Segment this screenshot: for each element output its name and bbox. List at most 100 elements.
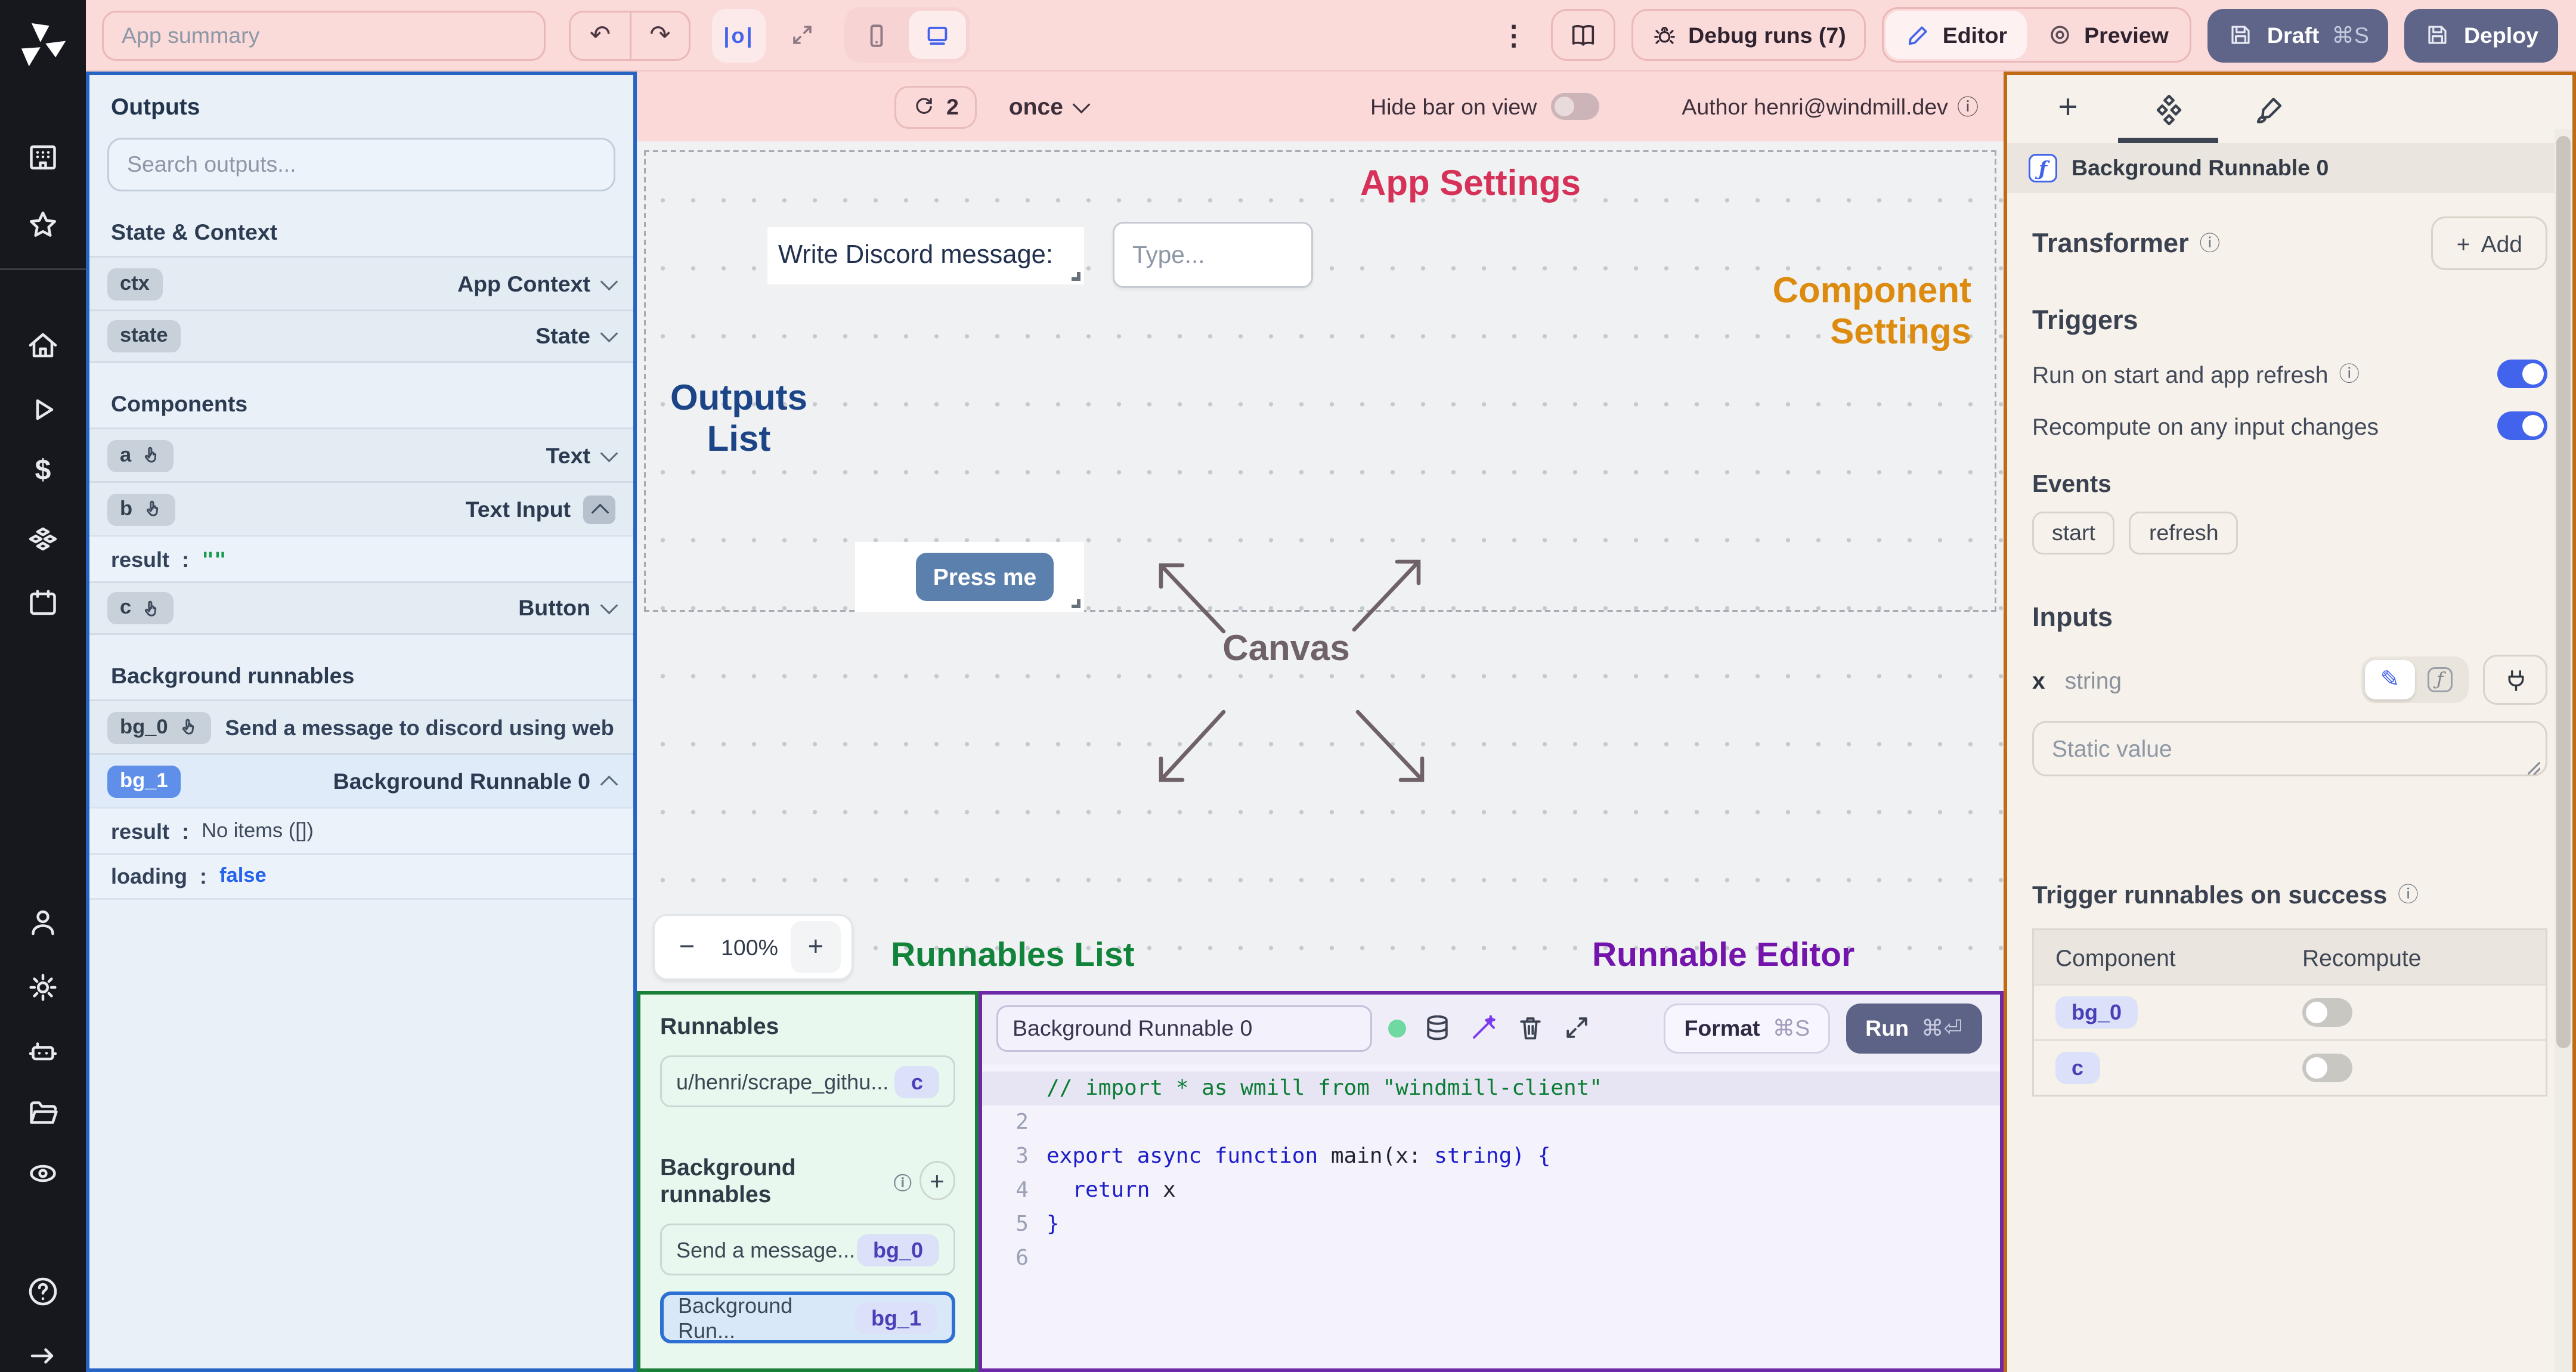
static-value-input[interactable]	[2032, 721, 2547, 776]
variables-dollar-icon[interactable]: $	[25, 456, 61, 492]
output-row-bg0[interactable]: bg_0 Send a message to discord using web…	[89, 699, 633, 753]
output-row-state[interactable]: state State	[89, 309, 633, 363]
resources-cubes-icon[interactable]	[25, 521, 61, 556]
resize-handle[interactable]	[1072, 599, 1080, 608]
connect-mode-button[interactable]	[2483, 655, 2547, 705]
refresh-mode-select[interactable]: once	[1009, 93, 1091, 120]
chevron-down-icon[interactable]	[600, 272, 618, 290]
zoom-in-button[interactable]: +	[790, 921, 841, 973]
runnable-item-scrape[interactable]: u/henri/scrape_githu... c	[660, 1055, 955, 1107]
scrollbar-track[interactable]	[2555, 129, 2572, 1372]
text-input-component[interactable]	[1113, 222, 1313, 288]
scrollbar-thumb[interactable]	[2556, 136, 2571, 1048]
colon: :	[200, 864, 208, 889]
output-row-a[interactable]: a Text	[89, 428, 633, 481]
docs-button[interactable]	[1550, 9, 1615, 61]
draft-button[interactable]: Draft ⌘S	[2207, 8, 2389, 62]
output-row-c[interactable]: c Button	[89, 581, 633, 635]
folders-icon[interactable]	[25, 1095, 61, 1131]
workers-robot-icon[interactable]	[25, 1034, 61, 1070]
schedules-calendar-icon[interactable]	[25, 585, 61, 621]
tab-styling[interactable]	[2218, 75, 2318, 143]
selected-runnable-header[interactable]: ƒ Background Runnable 0	[2007, 143, 2572, 193]
run-on-start-toggle[interactable]	[2497, 360, 2547, 388]
recompute-toggle-bg0[interactable]	[2302, 998, 2352, 1027]
tab-insert[interactable]: +	[2018, 75, 2118, 143]
text-component-discord[interactable]: Write Discord message:	[767, 227, 1084, 284]
plus-icon: +	[2456, 230, 2470, 257]
button-component-card[interactable]: Press me	[855, 542, 1084, 612]
more-menu-button[interactable]: ⋮	[1493, 19, 1534, 51]
settings-gear-icon[interactable]	[25, 970, 61, 1005]
search-outputs-input[interactable]	[107, 138, 615, 191]
help-question-icon[interactable]	[25, 1274, 61, 1309]
tab-editor[interactable]: Editor	[1885, 11, 2027, 59]
recompute-toggle[interactable]	[2497, 411, 2547, 440]
users-person-icon[interactable]	[25, 905, 61, 941]
static-mode-button[interactable]: ✎	[2365, 660, 2415, 699]
bg1-result-row[interactable]: result : No items ([])	[89, 807, 633, 853]
bg1-loading-row[interactable]: loading : false	[89, 853, 633, 900]
chevron-down-icon[interactable]	[600, 444, 618, 462]
chevron-up-icon[interactable]	[600, 775, 618, 792]
run-button[interactable]: Run ⌘⏎	[1846, 1002, 1982, 1053]
runnable-editor-panel: Format ⌘S Run ⌘⏎ 1 2 3 4 5 6 // import *…	[979, 991, 2004, 1372]
add-transformer-button[interactable]: + Add	[2431, 216, 2547, 270]
runs-play-icon[interactable]	[25, 392, 61, 428]
expand-editor-icon[interactable]	[1562, 1012, 1592, 1043]
resize-handle[interactable]	[1072, 272, 1080, 281]
chevron-up-icon[interactable]	[583, 494, 615, 524]
eval-mode-button[interactable]: ƒ	[2415, 660, 2465, 699]
runnable-name-input[interactable]	[996, 1004, 1372, 1051]
refresh-counter[interactable]: 2	[894, 85, 977, 128]
workspace-icon[interactable]	[25, 140, 61, 175]
desktop-view-button[interactable]	[909, 11, 966, 59]
tab-preview[interactable]: Preview	[2027, 11, 2188, 59]
info-icon: ⓘ	[2398, 885, 2419, 907]
app-summary-input[interactable]	[102, 10, 546, 60]
trigger-runnables-table: Component Recompute bg_0 c	[2032, 928, 2547, 1097]
app-grid-outline[interactable]	[644, 150, 1996, 612]
runnable-item-bg0[interactable]: Send a message... bg_0	[660, 1224, 955, 1275]
redo-button[interactable]: ↷	[630, 11, 689, 58]
event-pill-refresh[interactable]: refresh	[2129, 512, 2238, 555]
component-b-type: Text Input	[465, 496, 571, 522]
favorites-star-icon[interactable]	[25, 207, 61, 243]
mobile-view-button[interactable]	[848, 11, 905, 59]
b-result-value: ""	[202, 546, 227, 572]
b-result-row[interactable]: result : ""	[89, 535, 633, 581]
chevron-down-icon[interactable]	[600, 324, 618, 343]
fullwidth-button[interactable]	[776, 8, 826, 62]
row-badge-bg0[interactable]: bg_0	[2055, 996, 2138, 1029]
chevron-down-icon[interactable]	[600, 596, 618, 615]
add-background-runnable-button[interactable]: +	[918, 1161, 955, 1200]
row-badge-c[interactable]: c	[2055, 1052, 2100, 1084]
hide-bar-toggle[interactable]	[1551, 93, 1600, 120]
tab-settings[interactable]	[2118, 75, 2218, 143]
undo-button[interactable]: ↶	[571, 12, 630, 58]
debug-runs-button[interactable]: Debug runs (7)	[1631, 9, 1866, 61]
cache-database-icon[interactable]	[1422, 1012, 1453, 1043]
press-me-button[interactable]: Press me	[916, 553, 1054, 601]
center-align-button[interactable]: |o|	[712, 8, 766, 62]
event-pill-start[interactable]: start	[2032, 512, 2115, 555]
output-row-bg1[interactable]: bg_1 Background Runnable 0	[89, 753, 633, 807]
refresh-count: 2	[946, 94, 959, 119]
home-icon[interactable]	[25, 327, 61, 363]
windmill-logo[interactable]	[13, 14, 73, 75]
deploy-button[interactable]: Deploy	[2404, 8, 2558, 62]
info-icon[interactable]: ⓘ	[1957, 91, 1979, 122]
audit-eye-icon[interactable]	[25, 1156, 61, 1191]
runnable-item-bg1[interactable]: Background Run... bg_1	[660, 1292, 955, 1343]
component-a-id: a	[120, 444, 132, 466]
code-editor[interactable]: 1 2 3 4 5 6 // import * as wmill from "w…	[982, 1064, 2000, 1368]
collapse-arrow-icon[interactable]	[25, 1338, 61, 1372]
run-on-start-label: Run on start and app refresh	[2032, 360, 2329, 388]
format-button[interactable]: Format ⌘S	[1664, 1002, 1830, 1053]
zoom-out-button[interactable]: −	[665, 926, 708, 969]
recompute-toggle-c[interactable]	[2302, 1054, 2352, 1082]
output-row-b[interactable]: b Text Input	[89, 481, 633, 535]
output-row-ctx[interactable]: ctx App Context	[89, 256, 633, 309]
delete-trash-icon[interactable]	[1515, 1012, 1546, 1043]
ai-wand-icon[interactable]	[1469, 1012, 1499, 1043]
